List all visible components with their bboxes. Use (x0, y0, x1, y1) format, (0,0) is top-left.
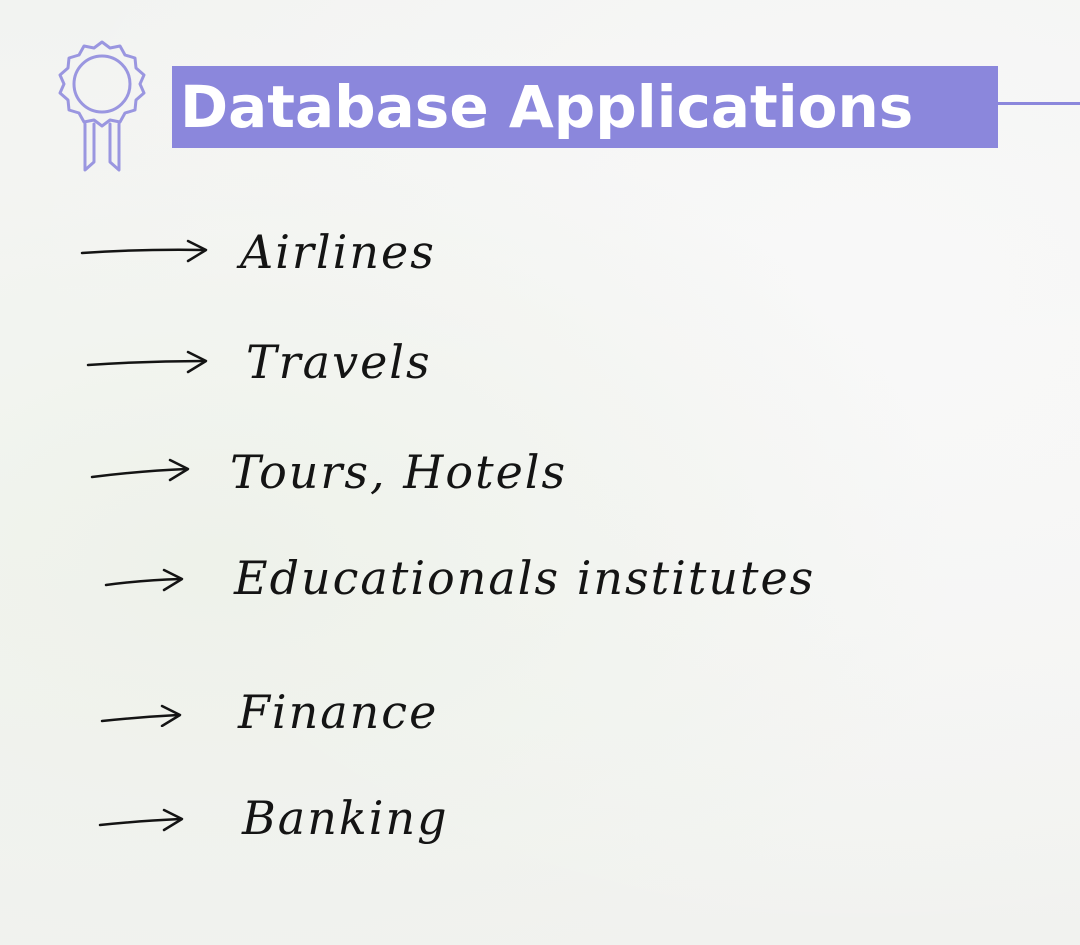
list-item: Airlines (80, 212, 436, 292)
list-item: Tours, Hotels (90, 432, 567, 512)
arrow-right-icon (98, 808, 184, 832)
list-item-label: Tours, Hotels (230, 445, 568, 499)
arrow-right-icon (100, 704, 182, 727)
list-item: Finance (100, 672, 438, 752)
arrow-right-icon (80, 239, 208, 263)
list-item-label: Travels (246, 335, 432, 389)
arrow-right-icon (86, 350, 208, 374)
arrow-right-icon (90, 458, 190, 482)
list-item-label: Finance (238, 685, 439, 739)
list-item: Educationals institutes (104, 538, 815, 618)
list-item-label: Educationals institutes (234, 551, 816, 605)
list-item-label: Banking (242, 791, 449, 845)
list-item-label: Airlines (240, 225, 436, 279)
list-item: Travels (86, 322, 432, 402)
application-list: Airlines Travels Tours, Hotels Education… (0, 0, 1080, 945)
arrow-right-icon (104, 568, 184, 592)
list-item: Banking (98, 778, 449, 858)
